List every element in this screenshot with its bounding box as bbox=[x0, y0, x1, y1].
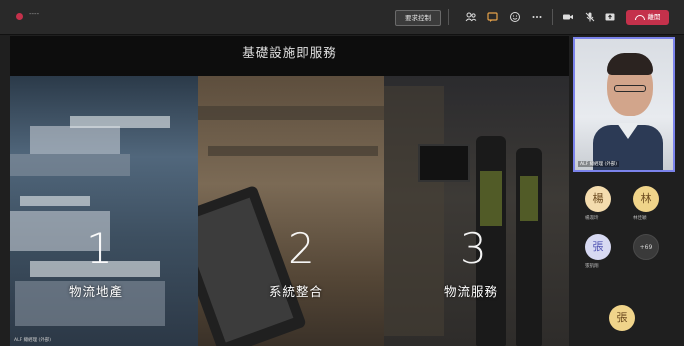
presenter-caption: ALF 總經理 (外部) bbox=[14, 338, 52, 343]
slide-title: 基礎設施即服務 bbox=[242, 45, 337, 60]
meeting-timer: ---- bbox=[29, 10, 40, 18]
toolbar-divider bbox=[448, 9, 449, 25]
panel-number: 3 bbox=[460, 224, 487, 273]
chat-icon[interactable] bbox=[486, 10, 500, 24]
camera-icon[interactable] bbox=[561, 10, 575, 24]
reaction-icon[interactable] bbox=[508, 10, 522, 24]
safety-vest-image bbox=[520, 176, 538, 221]
teams-meeting-window: ---- 要求控制 離開 基礎設施即服務 1 物流地產 ALF 總經理 (外部)… bbox=[0, 0, 684, 346]
building-image bbox=[30, 126, 120, 154]
shared-screen: 基礎設施即服務 1 物流地產 ALF 總經理 (外部) 2 系統整合 3 物流服… bbox=[10, 36, 569, 346]
participant-video-tile[interactable]: ALF 總經理 (外部) bbox=[573, 37, 675, 172]
meeting-toolbar: ---- 要求控制 離開 bbox=[0, 0, 684, 35]
building-roof-image bbox=[20, 196, 90, 206]
participant-name: 林佳穎 bbox=[633, 216, 647, 221]
panel-logistics-service: 3 物流服務 bbox=[384, 76, 569, 346]
share-icon[interactable] bbox=[603, 10, 617, 24]
building-roof-image bbox=[70, 116, 170, 128]
request-control-button[interactable]: 要求控制 bbox=[395, 10, 441, 26]
panel-number: 2 bbox=[288, 224, 315, 273]
panel-label: 物流地產 bbox=[69, 284, 124, 299]
leave-label: 離開 bbox=[647, 13, 661, 21]
building-image bbox=[10, 154, 130, 176]
safety-vest-image bbox=[480, 171, 502, 226]
monitor-image bbox=[418, 144, 470, 182]
recording-indicator-icon bbox=[16, 13, 23, 20]
phone-icon bbox=[634, 14, 645, 20]
more-icon[interactable] bbox=[530, 10, 544, 24]
panel-label: 系統整合 bbox=[269, 284, 324, 299]
warehouse-shelf-image bbox=[384, 86, 444, 336]
warehouse-shelf-image bbox=[198, 106, 384, 120]
warehouse-shelf-image bbox=[208, 146, 378, 156]
participant-avatar[interactable]: 張 bbox=[609, 305, 635, 331]
video-participant-name: ALF 總經理 (外部) bbox=[578, 161, 620, 167]
panel-system-integration: 2 系統整合 bbox=[198, 76, 384, 346]
glasses-icon bbox=[614, 85, 646, 92]
panel-number: 1 bbox=[86, 224, 113, 273]
panel-logistics-property: 1 物流地產 ALF 總經理 (外部) bbox=[10, 76, 198, 346]
leave-button[interactable]: 離開 bbox=[626, 10, 669, 25]
participant-avatar[interactable]: 張 bbox=[585, 234, 611, 260]
participant-name: 張凱翔 bbox=[585, 264, 599, 269]
participant-avatar[interactable]: 林 bbox=[633, 186, 659, 212]
mic-icon[interactable] bbox=[583, 10, 597, 24]
participant-name: 楊淑玲 bbox=[585, 216, 599, 221]
people-icon[interactable] bbox=[464, 10, 478, 24]
more-participants-button[interactable]: +69 bbox=[633, 234, 659, 260]
panel-label: 物流服務 bbox=[444, 284, 499, 299]
participant-avatar[interactable]: 楊 bbox=[585, 186, 611, 212]
toolbar-divider bbox=[552, 9, 553, 25]
